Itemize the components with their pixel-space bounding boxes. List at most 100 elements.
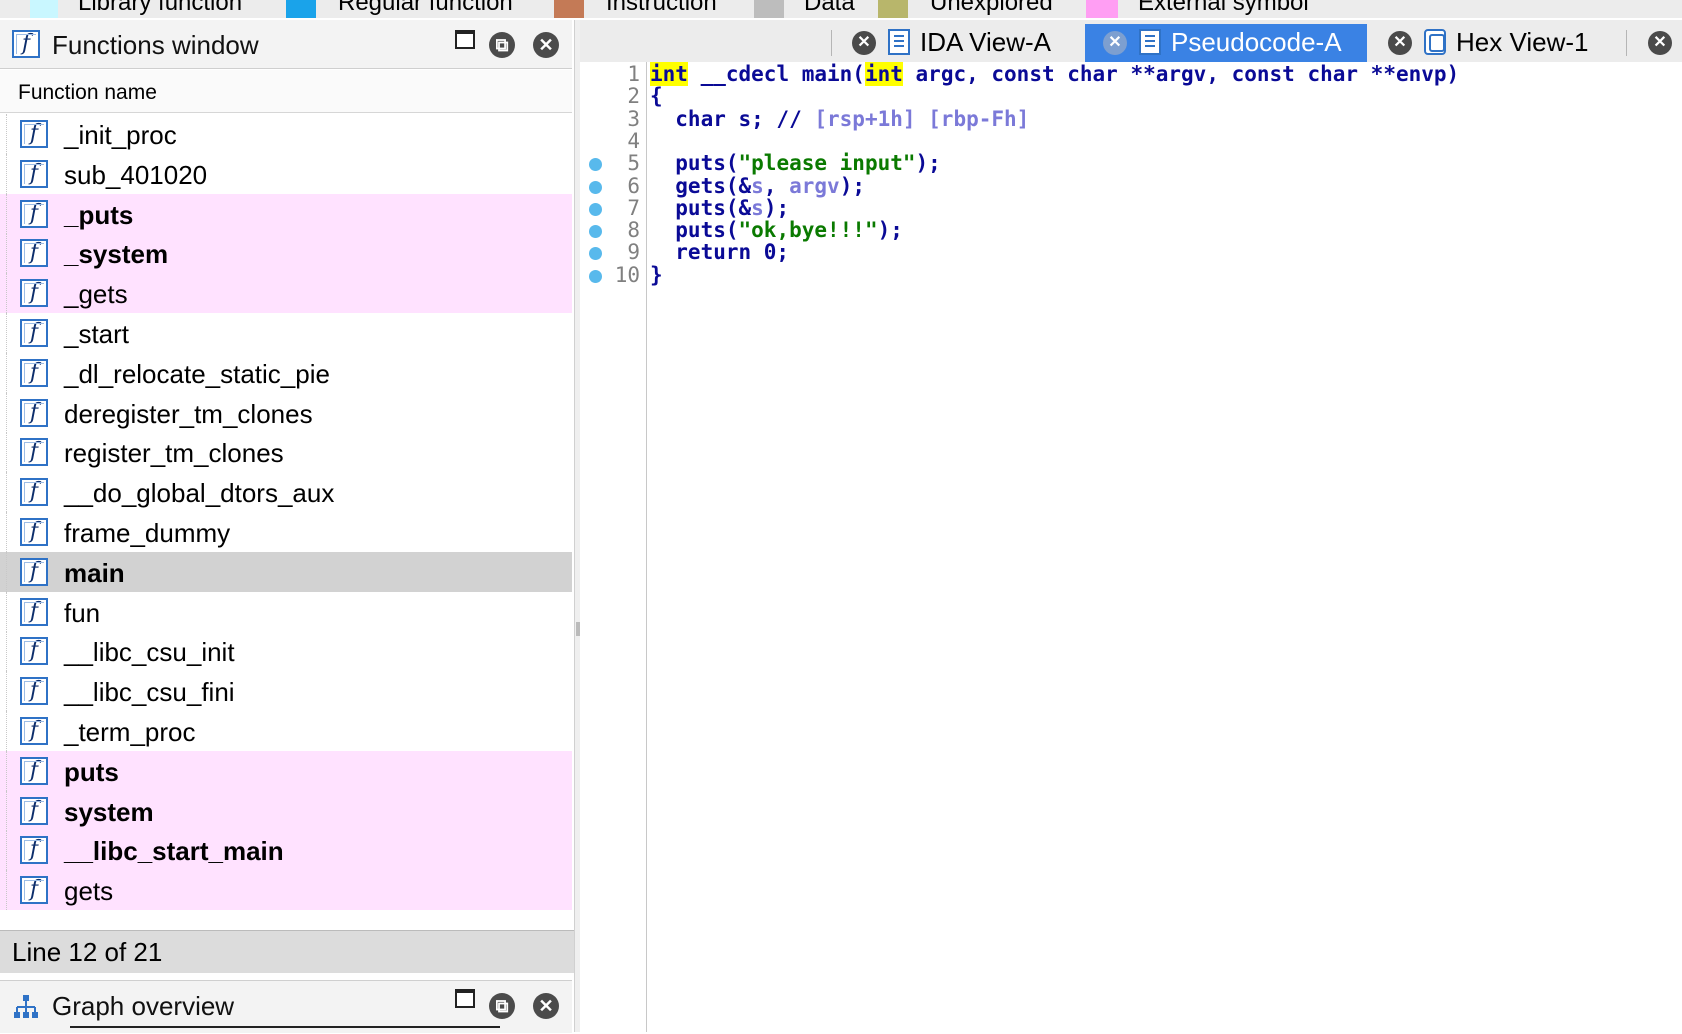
function-row[interactable]: f _dl_relocate_static_pie — [0, 352, 572, 393]
close-icon[interactable]: ✕ — [852, 31, 876, 55]
listing-icon — [888, 29, 910, 55]
function-row[interactable]: f _gets — [0, 273, 572, 314]
function-row[interactable]: f _init_proc — [0, 114, 572, 154]
code-text: { — [650, 84, 663, 108]
function-icon: f — [20, 398, 48, 427]
tab-overflow[interactable]: ✕ — [1630, 24, 1682, 62]
row-gutter — [6, 750, 7, 791]
function-name: main — [64, 557, 125, 588]
code-token: int — [650, 62, 688, 86]
code-line[interactable]: 5 puts("please input"); — [580, 151, 1682, 175]
functions-status-bar: Line 12 of 21 — [0, 930, 574, 973]
row-gutter — [6, 352, 7, 393]
code-text: puts("please input"); — [650, 151, 941, 175]
function-row[interactable]: f puts — [0, 750, 572, 791]
functions-list[interactable]: f _init_proc f sub_401020 f _puts f _system f _ge… — [0, 114, 572, 928]
function-name: __libc_csu_fini — [64, 677, 235, 708]
line-number: 1 — [627, 62, 640, 86]
row-gutter — [6, 512, 7, 552]
close-icon[interactable]: ✕ — [1388, 31, 1412, 55]
tab-pseudocode-a[interactable]: ✕ Pseudocode-A — [1085, 24, 1367, 62]
function-row[interactable]: f _term_proc — [0, 711, 572, 751]
row-gutter — [6, 392, 7, 433]
function-name-column-header[interactable]: Function name — [0, 70, 572, 113]
code-line[interactable]: 7 puts(&s); — [580, 196, 1682, 220]
function-row[interactable]: f __libc_start_main — [0, 830, 572, 871]
code-token: ); — [915, 151, 941, 176]
function-name: deregister_tm_clones — [64, 398, 313, 429]
code-line[interactable]: 1 int __cdecl main(int argc, const char *… — [580, 62, 1682, 86]
function-icon: f — [20, 438, 48, 467]
code-token: [rsp+1h] [rbp-Fh] — [814, 106, 1030, 131]
function-row[interactable]: f gets — [0, 870, 572, 911]
function-row[interactable]: f main — [0, 551, 572, 592]
function-row[interactable]: f deregister_tm_clones — [0, 392, 572, 433]
code-line[interactable]: 3 char s; // [rsp+1h] [rbp-Fh] — [580, 107, 1682, 131]
close-icon[interactable]: ✕ — [1103, 31, 1127, 55]
function-row[interactable]: f system — [0, 790, 572, 831]
row-gutter — [6, 153, 7, 194]
function-row[interactable]: f _system — [0, 233, 572, 274]
restore-icon[interactable]: ⧉ — [489, 32, 515, 58]
tab-divider — [831, 30, 832, 56]
row-gutter — [6, 790, 7, 831]
legend-label-data: Data — [804, 0, 855, 16]
function-icon: f — [20, 159, 48, 188]
pseudocode-view[interactable]: 1 int __cdecl main(int argc, const char *… — [580, 62, 1682, 1032]
graph-overview-canvas[interactable] — [70, 1026, 500, 1034]
row-gutter — [6, 273, 7, 314]
functions-window-title: Functions window — [52, 30, 259, 60]
code-token: puts(& — [650, 195, 752, 220]
function-icon: f — [20, 239, 48, 268]
function-name: _term_proc — [64, 717, 196, 747]
function-row[interactable]: f __libc_csu_fini — [0, 671, 572, 712]
function-icon: f — [20, 120, 48, 148]
function-name: _gets — [64, 279, 128, 310]
legend-label-instruction: Instruction — [606, 0, 717, 16]
column-header-label: Function name — [18, 81, 157, 104]
function-name: __libc_start_main — [64, 836, 284, 867]
maximize-icon[interactable] — [455, 30, 475, 49]
row-gutter — [6, 472, 7, 513]
function-row[interactable]: f frame_dummy — [0, 512, 572, 552]
function-row[interactable]: f _start — [0, 313, 572, 353]
function-row[interactable]: f __libc_csu_init — [0, 631, 572, 672]
line-number: 2 — [627, 84, 640, 109]
legend-label-external: External symbol — [1138, 0, 1309, 16]
function-icon: f — [20, 637, 48, 666]
code-token: argv — [789, 173, 840, 198]
tab-ida-view-a[interactable]: ✕ IDA View-A — [834, 24, 1080, 62]
function-row[interactable]: f _puts — [0, 193, 572, 234]
tab-hex-view-1[interactable]: ✕ Hex View-1 — [1370, 24, 1608, 62]
close-icon[interactable]: ✕ — [1648, 31, 1672, 55]
code-token: s — [751, 173, 764, 198]
function-row[interactable]: f register_tm_clones — [0, 432, 572, 473]
line-number: 5 — [627, 151, 640, 176]
maximize-icon[interactable] — [455, 989, 475, 1008]
code-line[interactable]: 4 — [580, 129, 1682, 153]
function-icon: f — [20, 199, 48, 228]
function-row[interactable]: f fun — [0, 591, 572, 632]
function-icon: f — [20, 279, 48, 308]
code-line[interactable]: 10} — [580, 263, 1682, 287]
restore-icon[interactable]: ⧉ — [489, 993, 515, 1019]
row-gutter — [6, 114, 7, 154]
row-gutter — [6, 551, 7, 592]
row-gutter — [6, 591, 7, 632]
function-icon: f — [20, 717, 48, 745]
function-icon: f — [20, 756, 48, 785]
function-row[interactable]: f sub_401020 — [0, 153, 572, 194]
function-row[interactable]: f __do_global_dtors_aux — [0, 472, 572, 513]
code-token: "please input" — [738, 151, 916, 176]
code-line[interactable]: 8 puts("ok,bye!!!"); — [580, 218, 1682, 242]
code-line[interactable]: 9 return 0; — [580, 240, 1682, 264]
hex-icon — [1424, 29, 1446, 55]
legend-swatch-external — [1086, 0, 1118, 18]
close-icon[interactable]: ✕ — [533, 993, 559, 1019]
code-line[interactable]: 6 gets(&s, argv); — [580, 174, 1682, 198]
code-line[interactable]: 2{ — [580, 84, 1682, 108]
code-text: } — [650, 263, 663, 287]
row-gutter — [6, 193, 7, 234]
code-token: gets(& — [650, 173, 752, 198]
close-icon[interactable]: ✕ — [533, 32, 559, 58]
